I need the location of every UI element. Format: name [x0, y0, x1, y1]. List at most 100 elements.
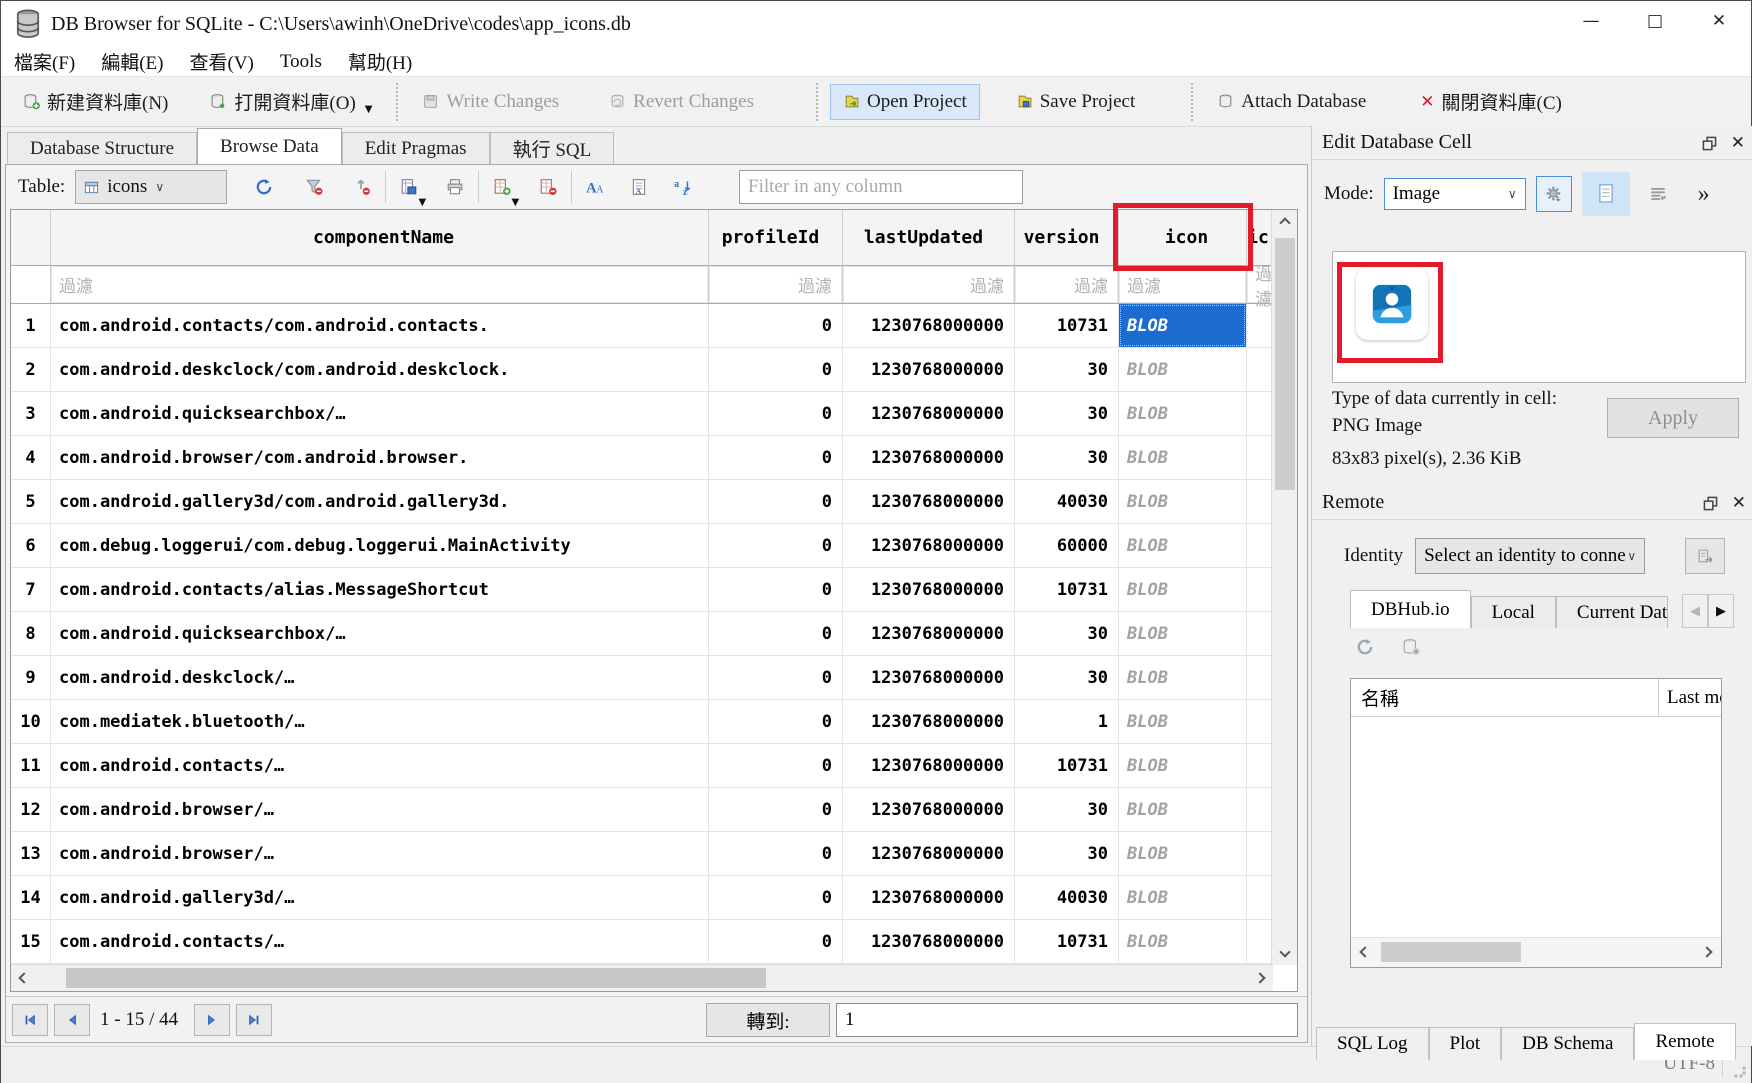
filter-version[interactable]: 過濾 — [1015, 266, 1119, 303]
minimize-button[interactable]: — — [1559, 1, 1623, 41]
tab-scroll-left-icon[interactable]: ◀ — [1682, 594, 1708, 628]
tab-plot[interactable]: Plot — [1429, 1027, 1502, 1060]
close-database-button[interactable]: ✕ 關閉資料庫(C) — [1408, 82, 1574, 121]
table-row[interactable]: 13com.android.browser/…0123076800000030B… — [11, 832, 1297, 876]
scroll-down-icon[interactable] — [1272, 939, 1298, 965]
first-record-button[interactable] — [12, 1004, 48, 1036]
version-cell[interactable]: 60000 — [1015, 524, 1119, 567]
remote-refresh-icon[interactable] — [1356, 638, 1374, 656]
lastUpdated-cell[interactable]: 1230768000000 — [843, 304, 1015, 347]
table-row[interactable]: 15com.android.contacts/…0123076800000010… — [11, 920, 1297, 964]
delete-record-button[interactable] — [533, 172, 563, 202]
icon-blob-cell[interactable]: BLOB — [1119, 436, 1247, 479]
partial-cell[interactable] — [1247, 348, 1269, 391]
tab-remote[interactable]: Remote — [1634, 1023, 1735, 1060]
text-view-button[interactable] — [1582, 172, 1630, 216]
lastUpdated-cell[interactable]: 1230768000000 — [843, 524, 1015, 567]
table-row[interactable]: 2com.android.deskclock/com.android.deskc… — [11, 348, 1297, 392]
lastUpdated-cell[interactable]: 1230768000000 — [843, 744, 1015, 787]
grid-horizontal-scrollbar[interactable] — [11, 964, 1273, 991]
version-cell[interactable]: 40030 — [1015, 480, 1119, 523]
lastUpdated-cell[interactable]: 1230768000000 — [843, 876, 1015, 919]
header-icon[interactable]: icon — [1119, 210, 1247, 265]
partial-cell[interactable] — [1247, 568, 1269, 611]
tab-sql-log[interactable]: SQL Log — [1316, 1027, 1429, 1060]
filter-lastUpdated[interactable]: 過濾 — [843, 266, 1015, 303]
identity-selector[interactable]: Select an identity to conne ∨ — [1415, 538, 1645, 574]
icon-blob-cell[interactable]: BLOB — [1119, 524, 1247, 567]
menu-view[interactable]: 查看(V) — [177, 47, 267, 76]
table-row[interactable]: 9com.android.deskclock/…0123076800000030… — [11, 656, 1297, 700]
refresh-button[interactable] — [249, 172, 279, 202]
version-cell[interactable]: 10731 — [1015, 568, 1119, 611]
print-button[interactable] — [440, 172, 470, 202]
last-record-button[interactable] — [236, 1004, 272, 1036]
open-database-button[interactable]: 打開資料庫(O) ▼ — [198, 82, 384, 121]
table-row[interactable]: 1com.android.contacts/com.android.contac… — [11, 304, 1297, 348]
mode-selector[interactable]: Image ∨ — [1384, 178, 1526, 210]
version-cell[interactable]: 30 — [1015, 436, 1119, 479]
table-row[interactable]: 10com.mediatek.bluetooth/…01230768000000… — [11, 700, 1297, 744]
close-button[interactable]: ✕ — [1687, 1, 1751, 41]
lastUpdated-cell[interactable]: 1230768000000 — [843, 920, 1015, 963]
table-row[interactable]: 8com.android.quicksearchbox/…01230768000… — [11, 612, 1297, 656]
profileId-cell[interactable]: 0 — [709, 436, 843, 479]
open-database-dropdown-arrow[interactable]: ▼ — [365, 104, 373, 115]
filter-componentName[interactable]: 過濾 — [51, 266, 709, 303]
version-cell[interactable]: 10731 — [1015, 920, 1119, 963]
attach-database-button[interactable]: Attach Database — [1205, 85, 1378, 119]
componentName-cell[interactable]: com.android.gallery3d/… — [51, 876, 709, 919]
maximize-button[interactable]: □ — [1623, 1, 1687, 41]
row-number-cell[interactable]: 15 — [11, 920, 51, 963]
table-row[interactable]: 11com.android.contacts/…0123076800000010… — [11, 744, 1297, 788]
version-cell[interactable]: 10731 — [1015, 304, 1119, 347]
menu-edit[interactable]: 編輯(E) — [88, 47, 176, 76]
profileId-cell[interactable]: 0 — [709, 392, 843, 435]
version-cell[interactable]: 30 — [1015, 348, 1119, 391]
componentName-cell[interactable]: com.mediatek.bluetooth/… — [51, 700, 709, 743]
insert-record-dropdown-arrow[interactable]: ▼ — [512, 197, 520, 208]
profileId-cell[interactable]: 0 — [709, 876, 843, 919]
profileId-cell[interactable]: 0 — [709, 788, 843, 831]
tab-local[interactable]: Local — [1471, 596, 1556, 628]
lastUpdated-cell[interactable]: 1230768000000 — [843, 832, 1015, 875]
profileId-cell[interactable]: 0 — [709, 568, 843, 611]
apply-button[interactable]: Apply — [1607, 398, 1739, 438]
icon-blob-cell[interactable]: BLOB — [1119, 700, 1247, 743]
save-view-button[interactable]: ▼ — [394, 172, 424, 202]
profileId-cell[interactable]: 0 — [709, 744, 843, 787]
lastUpdated-cell[interactable]: 1230768000000 — [843, 568, 1015, 611]
icon-blob-cell[interactable]: BLOB — [1119, 480, 1247, 523]
componentName-cell[interactable]: com.android.browser/… — [51, 788, 709, 831]
icon-blob-cell[interactable]: BLOB — [1119, 832, 1247, 875]
row-number-cell[interactable]: 8 — [11, 612, 51, 655]
auto-detect-button[interactable] — [1536, 176, 1572, 212]
lastUpdated-cell[interactable]: 1230768000000 — [843, 348, 1015, 391]
componentName-cell[interactable]: com.android.gallery3d/com.android.galler… — [51, 480, 709, 523]
row-number-cell[interactable]: 2 — [11, 348, 51, 391]
menu-file[interactable]: 檔案(F) — [1, 47, 88, 76]
componentName-cell[interactable]: com.android.contacts/alias.MessageShortc… — [51, 568, 709, 611]
vertical-scroll-thumb[interactable] — [1275, 238, 1295, 490]
row-number-cell[interactable]: 5 — [11, 480, 51, 523]
column-name[interactable]: 名稱 — [1351, 679, 1659, 716]
partial-cell[interactable] — [1247, 876, 1269, 919]
remote-scroll-thumb[interactable] — [1381, 942, 1521, 962]
profileId-cell[interactable]: 0 — [709, 656, 843, 699]
partial-cell[interactable] — [1247, 744, 1269, 787]
version-cell[interactable]: 10731 — [1015, 744, 1119, 787]
partial-cell[interactable] — [1247, 392, 1269, 435]
icon-blob-cell[interactable]: BLOB — [1119, 392, 1247, 435]
column-last-modified[interactable]: Last mo — [1659, 679, 1721, 716]
row-number-cell[interactable]: 4 — [11, 436, 51, 479]
clear-sorting-button[interactable] — [347, 172, 377, 202]
profileId-cell[interactable]: 0 — [709, 524, 843, 567]
scroll-left-icon[interactable] — [11, 965, 37, 991]
componentName-cell[interactable]: com.android.deskclock/… — [51, 656, 709, 699]
sort-az-button[interactable]: az — [668, 172, 698, 202]
prev-record-button[interactable] — [54, 1004, 90, 1036]
write-changes-button[interactable]: Write Changes — [410, 85, 571, 119]
profileId-cell[interactable]: 0 — [709, 700, 843, 743]
header-profileId[interactable]: profileId — [709, 210, 843, 265]
componentName-cell[interactable]: com.android.quicksearchbox/… — [51, 612, 709, 655]
